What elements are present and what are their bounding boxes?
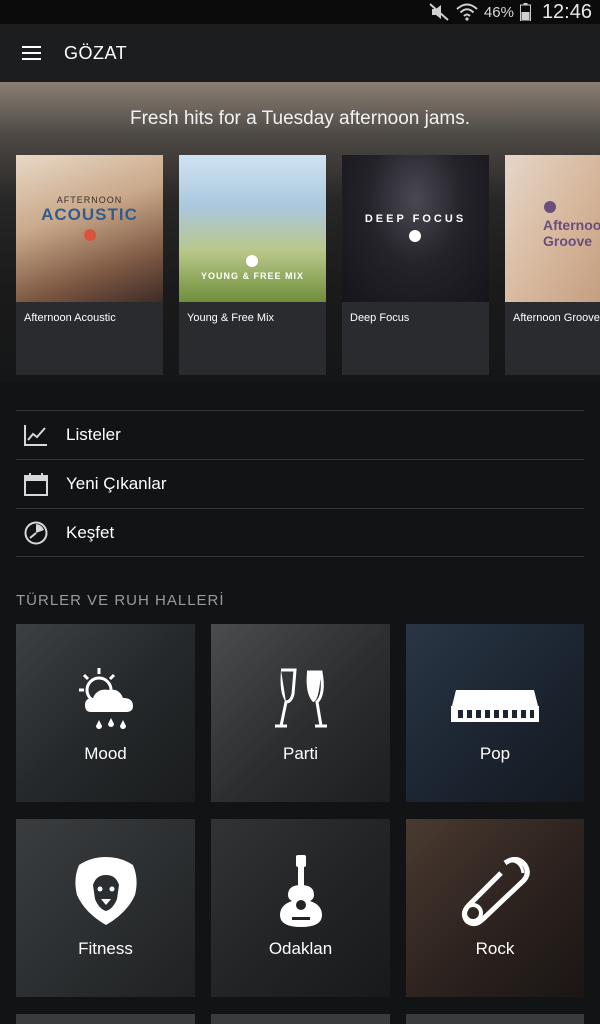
- genre-tile-parti[interactable]: Parti: [211, 624, 390, 802]
- menu-item-label: Listeler: [66, 425, 121, 444]
- hamburger-menu-icon[interactable]: [0, 24, 64, 82]
- chart-icon: [16, 424, 66, 446]
- hero-tagline: Fresh hits for a Tuesday afternoon jams.: [129, 108, 471, 129]
- safety-pin-icon: [406, 857, 584, 929]
- genre-label: Rock: [475, 939, 515, 958]
- playlist-cover: AFTERNOON ACOUSTIC: [16, 155, 163, 302]
- genre-tile-mood[interactable]: Mood: [16, 624, 195, 802]
- menu-item-listeler[interactable]: Listeler: [16, 410, 584, 459]
- playlist-cover: DEEP FOCUS: [342, 155, 489, 302]
- menu-item-yeni-cikanlar[interactable]: Yeni Çıkanlar: [16, 459, 584, 508]
- discover-icon: [16, 521, 66, 545]
- browse-menu: Listeler Yeni Çıkanlar Keşfet: [16, 410, 584, 557]
- spotify-icon: [544, 201, 556, 213]
- guitar-icon: [211, 855, 390, 929]
- page-title: GÖZAT: [64, 42, 128, 63]
- genres-section-title: TÜRLER VE RUH HALLERİ: [16, 592, 225, 609]
- cover-text: AFTERNOON: [56, 195, 123, 205]
- status-bar: 46% 12:46: [0, 0, 600, 24]
- playlist-name: Young & Free Mix: [187, 312, 275, 324]
- playlist-cover: YOUNG & FREE MIX: [179, 155, 326, 302]
- playlist-name: Afternoon Acoustic: [24, 312, 116, 324]
- genre-tile-odaklan[interactable]: Odaklan: [211, 819, 390, 997]
- menu-item-kesfet[interactable]: Keşfet: [16, 508, 584, 557]
- genres-grid: Mood Parti Pop Fitness Odaklan Rock: [16, 624, 584, 997]
- hero-section: Fresh hits for a Tuesday afternoon jams.…: [0, 82, 600, 382]
- genre-label: Parti: [283, 744, 318, 763]
- playlist-card[interactable]: Afternoon Groove Afternoon Groove: [505, 155, 600, 375]
- genre-label: Mood: [84, 744, 127, 763]
- champagne-icon: [211, 664, 390, 732]
- playlist-card[interactable]: YOUNG & FREE MIX Young & Free Mix: [179, 155, 326, 375]
- menu-item-label: Yeni Çıkanlar: [66, 474, 167, 493]
- cover-text: YOUNG & FREE MIX: [200, 271, 304, 281]
- lion-icon: [16, 855, 195, 927]
- menu-item-label: Keşfet: [66, 522, 115, 542]
- genre-label: Fitness: [78, 939, 133, 958]
- cover-text: ACOUSTIC: [41, 205, 138, 224]
- genre-label: Odaklan: [268, 939, 333, 958]
- playlist-card[interactable]: DEEP FOCUS Deep Focus: [342, 155, 489, 375]
- spotify-icon: [409, 230, 421, 242]
- genre-tile-rock[interactable]: Rock: [406, 819, 584, 997]
- keyboard-icon: [406, 688, 584, 724]
- playlist-card[interactable]: AFTERNOON ACOUSTIC Afternoon Acoustic: [16, 155, 163, 375]
- spotify-icon: [84, 229, 96, 241]
- genre-label: Pop: [479, 744, 511, 763]
- genre-tile-partial[interactable]: [16, 1014, 195, 1024]
- playlist-carousel[interactable]: AFTERNOON ACOUSTIC Afternoon Acoustic YO…: [16, 155, 600, 375]
- genre-tile-partial[interactable]: [211, 1014, 390, 1024]
- battery-percent: 46%: [483, 3, 514, 21]
- spotify-icon: [246, 255, 258, 267]
- playlist-name: Afternoon Groove: [513, 312, 600, 324]
- battery-icon: [520, 3, 532, 21]
- app-bar: GÖZAT: [0, 24, 600, 82]
- genre-tile-fitness[interactable]: Fitness: [16, 819, 195, 997]
- playlist-name: Deep Focus: [350, 312, 410, 324]
- genre-tile-pop[interactable]: Pop: [406, 624, 584, 802]
- weather-icon: [16, 664, 195, 734]
- clock: 12:46: [541, 0, 592, 23]
- calendar-icon: [16, 472, 66, 496]
- mute-icon: [428, 3, 450, 21]
- genre-tile-partial[interactable]: [406, 1014, 584, 1024]
- wifi-icon: [456, 3, 478, 21]
- cover-text: Afternoon Groove: [543, 217, 600, 249]
- cover-text: DEEP FOCUS: [364, 213, 467, 225]
- playlist-cover: Afternoon Groove: [505, 155, 600, 302]
